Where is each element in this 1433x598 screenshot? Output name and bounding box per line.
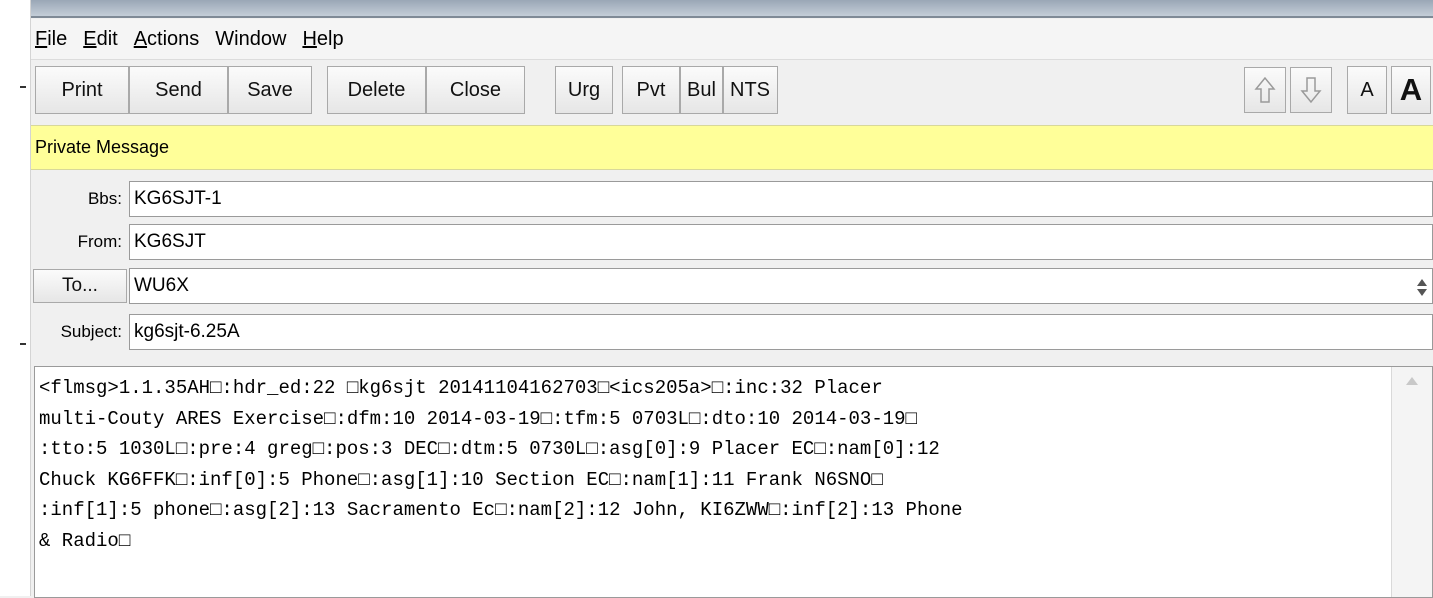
toolbar: Print Send Save Delete Close Urg Pvt Bul… bbox=[31, 62, 1433, 118]
nts-button[interactable]: NTS bbox=[723, 66, 778, 114]
menu-bar: File Edit Actions Window Help bbox=[31, 19, 1433, 60]
menu-help[interactable]: Help bbox=[294, 28, 351, 51]
scroll-up-icon[interactable] bbox=[1406, 377, 1418, 385]
menu-window[interactable]: Window bbox=[207, 28, 294, 51]
menu-file[interactable]: File bbox=[31, 28, 75, 51]
subject-row: Subject: kg6sjt-6.25A bbox=[31, 314, 1433, 350]
bulletin-button[interactable]: Bul bbox=[680, 66, 723, 114]
private-button[interactable]: Pvt bbox=[622, 66, 680, 114]
arrow-down-icon[interactable] bbox=[1290, 67, 1332, 113]
message-body-area[interactable]: <flmsg>1.1.35AH□:hdr_ed:22 □kg6sjt 20141… bbox=[34, 366, 1433, 598]
close-button[interactable]: Close bbox=[426, 66, 525, 114]
bbs-field[interactable]: KG6SJT-1 bbox=[129, 181, 1433, 217]
increase-font-button[interactable]: A bbox=[1391, 66, 1431, 114]
subject-field[interactable]: kg6sjt-6.25A bbox=[129, 314, 1433, 350]
decrease-font-button[interactable]: A bbox=[1347, 66, 1387, 114]
spinner-down-icon[interactable] bbox=[1417, 288, 1427, 296]
spinner-up-icon[interactable] bbox=[1417, 278, 1427, 286]
subject-label: Subject: bbox=[60, 322, 122, 341]
print-button[interactable]: Print bbox=[35, 66, 129, 114]
edge-mark bbox=[20, 343, 26, 345]
to-button[interactable]: To... bbox=[33, 269, 127, 303]
banner-text: Private Message bbox=[35, 137, 170, 157]
from-row: From: KG6SJT bbox=[31, 224, 1433, 260]
message-type-banner: Private Message bbox=[31, 125, 1433, 170]
to-field[interactable]: WU6X bbox=[129, 268, 1433, 304]
edge-mark bbox=[20, 86, 26, 88]
from-field[interactable]: KG6SJT bbox=[129, 224, 1433, 260]
menu-actions[interactable]: Actions bbox=[126, 28, 208, 51]
message-window: File Edit Actions Window Help Print Send… bbox=[31, 0, 1433, 598]
urgent-button[interactable]: Urg bbox=[555, 66, 613, 114]
save-button[interactable]: Save bbox=[228, 66, 312, 114]
to-value: WU6X bbox=[134, 275, 189, 296]
vertical-scrollbar[interactable] bbox=[1391, 367, 1432, 597]
bbs-row: Bbs: KG6SJT-1 bbox=[31, 181, 1433, 217]
to-row: To... WU6X bbox=[31, 268, 1433, 304]
menu-edit[interactable]: Edit bbox=[75, 28, 125, 51]
title-bar[interactable] bbox=[31, 0, 1433, 18]
from-label: From: bbox=[77, 232, 122, 251]
delete-button[interactable]: Delete bbox=[327, 66, 426, 114]
background-window-strip bbox=[0, 0, 31, 596]
bbs-label: Bbs: bbox=[87, 189, 122, 208]
message-body-text[interactable]: <flmsg>1.1.35AH□:hdr_ed:22 □kg6sjt 20141… bbox=[39, 373, 1372, 556]
recipient-spinner[interactable] bbox=[1414, 274, 1430, 300]
arrow-up-icon[interactable] bbox=[1244, 67, 1286, 113]
send-button[interactable]: Send bbox=[129, 66, 228, 114]
